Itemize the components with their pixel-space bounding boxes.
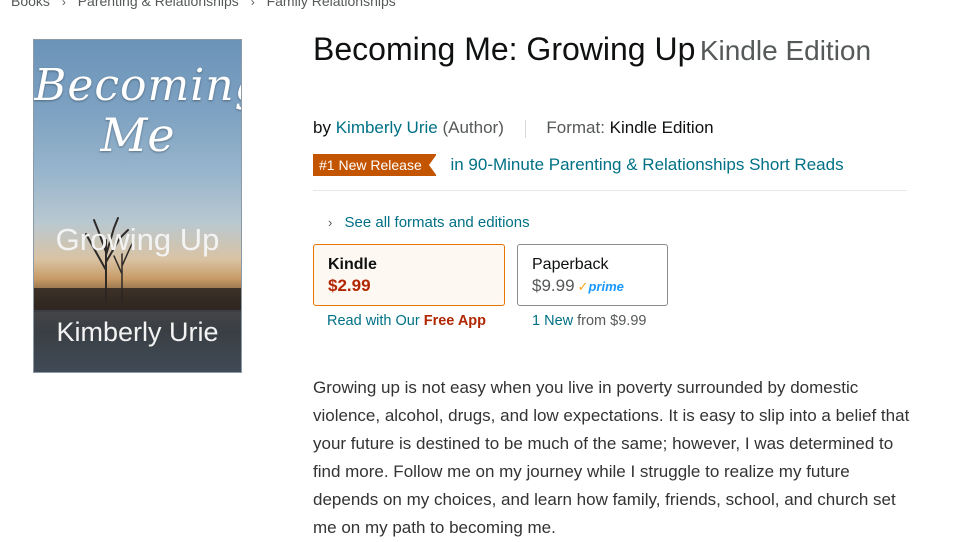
- breadcrumb-item-family[interactable]: Family Relationships: [267, 0, 396, 9]
- author-link[interactable]: Kimberly Urie: [336, 118, 438, 137]
- breadcrumb-item-parenting[interactable]: Parenting & Relationships: [78, 0, 239, 9]
- format-label: Format:: [546, 118, 605, 137]
- see-all-formats-label: See all formats and editions: [344, 214, 530, 231]
- prime-check-icon: ✓: [577, 279, 589, 294]
- format-option-kindle[interactable]: Kindle $2.99: [313, 244, 505, 306]
- format-value: Kindle Edition: [609, 118, 714, 137]
- format-option-name: Paperback: [532, 256, 609, 273]
- cover-title-line1: Becoming: [34, 60, 242, 111]
- format-option-paperback[interactable]: Paperback $9.99 ✓prime: [517, 244, 668, 306]
- kindle-free-app-note[interactable]: Read with Our Free App: [327, 313, 486, 329]
- product-title-edition: Kindle Edition: [699, 35, 872, 66]
- new-offers-link[interactable]: 1 New: [532, 313, 573, 329]
- byline: by Kimberly Urie (Author) Format: Kindle…: [313, 118, 714, 138]
- book-cover-image[interactable]: Becoming Me Growing Up Kimberly Urie: [33, 39, 242, 373]
- product-title-text: Becoming Me: Growing Up: [313, 31, 696, 67]
- offers-from-label: from: [577, 313, 607, 329]
- see-all-formats-link[interactable]: › See all formats and editions: [328, 214, 530, 231]
- author-role: (Author): [442, 118, 504, 137]
- product-title: Becoming Me: Growing Up Kindle Edition: [313, 26, 873, 79]
- paperback-offers-note[interactable]: 1 New from $9.99: [532, 313, 646, 329]
- new-release-badge: #1 New Release: [313, 154, 437, 176]
- chevron-right-icon: ›: [328, 215, 333, 230]
- kindle-note-prefix: Read with Our: [327, 313, 420, 329]
- byline-divider: [524, 119, 526, 138]
- section-divider: [313, 190, 907, 191]
- byline-prefix: by: [313, 118, 331, 137]
- cover-author: Kimberly Urie: [56, 317, 219, 347]
- format-option-price: $9.99: [532, 276, 575, 295]
- format-option-price-row: $9.99 ✓prime: [532, 274, 653, 299]
- cover-subtitle: Growing Up: [55, 222, 220, 257]
- breadcrumb-item-books[interactable]: Books: [11, 0, 50, 9]
- book-description: Growing up is not easy when you live in …: [313, 378, 910, 537]
- offers-from-price: $9.99: [610, 313, 647, 329]
- free-app-link[interactable]: Free App: [424, 313, 486, 329]
- category-link[interactable]: in 90-Minute Parenting & Relationships S…: [450, 155, 843, 174]
- breadcrumb-separator: ›: [250, 0, 255, 9]
- prime-logo: prime: [588, 279, 624, 294]
- cover-title-line2: Me: [100, 108, 175, 162]
- new-release-badge-row: #1 New Release in 90-Minute Parenting & …: [313, 154, 844, 176]
- format-option-price: $2.99: [328, 276, 371, 295]
- breadcrumb: Books › Parenting & Relationships › Fami…: [11, 0, 396, 11]
- breadcrumb-separator: ›: [61, 0, 66, 9]
- format-option-name: Kindle: [328, 256, 377, 273]
